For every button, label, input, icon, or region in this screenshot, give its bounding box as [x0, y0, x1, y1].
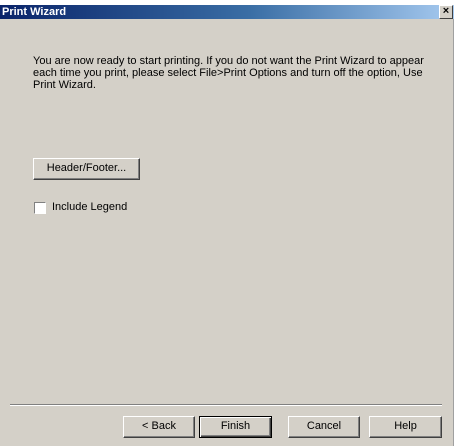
close-button[interactable]: × — [439, 5, 453, 19]
close-icon: × — [442, 5, 450, 17]
header-footer-button[interactable]: Header/Footer... — [33, 158, 140, 180]
finish-label: Finish — [220, 420, 251, 432]
cancel-button[interactable]: Cancel — [288, 416, 360, 438]
back-button[interactable]: < Back — [123, 416, 195, 438]
footer-separator-highlight — [10, 405, 442, 406]
help-label: Help — [394, 420, 417, 432]
print-wizard-dialog: Print Wizard × You are now ready to star… — [0, 0, 454, 446]
title-bar[interactable]: Print Wizard — [0, 5, 454, 19]
finish-button[interactable]: Finish — [199, 416, 272, 438]
window-title: Print Wizard — [2, 6, 67, 18]
header-footer-label: Header/Footer... — [46, 162, 127, 174]
help-button[interactable]: Help — [369, 416, 442, 438]
include-legend-label[interactable]: Include Legend — [52, 201, 127, 214]
back-label: < Back — [142, 420, 176, 432]
cancel-label: Cancel — [306, 420, 342, 432]
include-legend-checkbox[interactable] — [34, 202, 46, 214]
instructions-text: You are now ready to start printing. If … — [33, 55, 424, 91]
